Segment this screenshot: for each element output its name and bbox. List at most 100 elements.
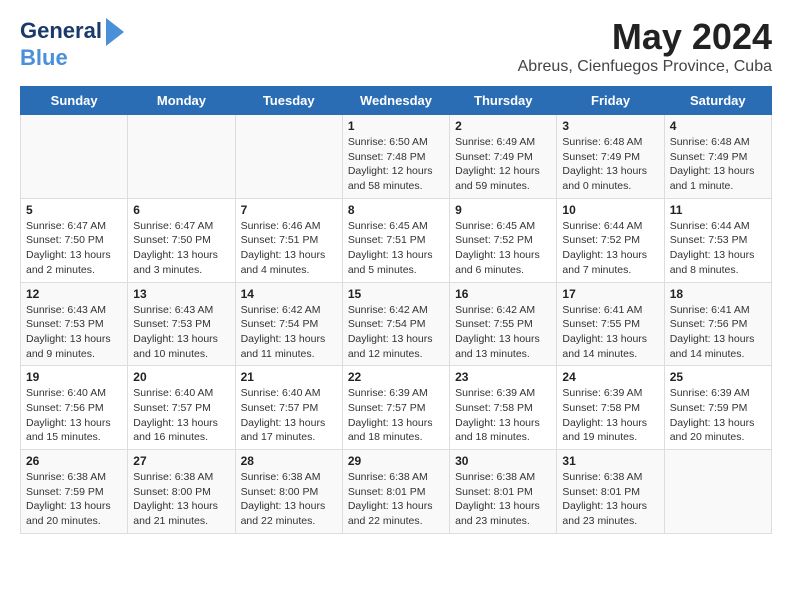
cell-content: Sunrise: 6:49 AMSunset: 7:49 PMDaylight:… [455,135,551,194]
calendar-cell: 29 Sunrise: 6:38 AMSunset: 8:01 PMDayligh… [342,450,449,534]
cell-content: Sunrise: 6:40 AMSunset: 7:56 PMDaylight:… [26,386,122,445]
cell-content: Sunrise: 6:42 AMSunset: 7:54 PMDaylight:… [241,303,337,362]
cell-content: Sunrise: 6:39 AMSunset: 7:59 PMDaylight:… [670,386,766,445]
calendar-week-1: 1 Sunrise: 6:50 AMSunset: 7:48 PMDaylight… [21,115,772,199]
day-number: 16 [455,287,551,301]
calendar-cell: 22Sunrise: 6:39 AMSunset: 7:57 PMDayligh… [342,366,449,450]
cell-content: Sunrise: 6:38 AMSunset: 8:01 PMDaylight:… [562,470,658,529]
day-number: 17 [562,287,658,301]
cell-content: Sunrise: 6:48 AMSunset: 7:49 PMDaylight:… [670,135,766,194]
calendar-cell: 24 Sunrise: 6:39 AMSunset: 7:58 PMDayligh… [557,366,664,450]
calendar-cell: 2 Sunrise: 6:49 AMSunset: 7:49 PMDaylight… [450,115,557,199]
cell-content: Sunrise: 6:47 AMSunset: 7:50 PMDaylight:… [26,219,122,278]
day-number: 21 [241,370,337,384]
day-number: 2 [455,119,551,133]
calendar-cell: 15 Sunrise: 6:42 AMSunset: 7:54 PMDayligh… [342,282,449,366]
calendar-week-2: 5 Sunrise: 6:47 AMSunset: 7:50 PMDaylight… [21,198,772,282]
day-number: 27 [133,454,229,468]
header: General Blue May 2024 Abreus, Cienfuegos… [20,16,772,76]
main-title: May 2024 [518,16,772,58]
calendar-cell: 9 Sunrise: 6:45 AMSunset: 7:52 PMDaylight… [450,198,557,282]
col-friday: Friday [557,87,664,115]
day-number: 1 [348,119,444,133]
calendar-cell: 3Sunrise: 6:48 AMSunset: 7:49 PMDaylight… [557,115,664,199]
calendar-cell [128,115,235,199]
calendar-cell: 30 Sunrise: 6:38 AMSunset: 8:01 PMDayligh… [450,450,557,534]
day-number: 25 [670,370,766,384]
logo: General Blue [20,16,124,70]
header-row: Sunday Monday Tuesday Wednesday Thursday… [21,87,772,115]
calendar-cell: 31 Sunrise: 6:38 AMSunset: 8:01 PMDayligh… [557,450,664,534]
day-number: 24 [562,370,658,384]
calendar-cell: 11 Sunrise: 6:44 AMSunset: 7:53 PMDayligh… [664,198,771,282]
calendar-cell: 16 Sunrise: 6:42 AMSunset: 7:55 PMDayligh… [450,282,557,366]
cell-content: Sunrise: 6:50 AMSunset: 7:48 PMDaylight:… [348,135,444,194]
day-number: 5 [26,203,122,217]
calendar-cell: 14 Sunrise: 6:42 AMSunset: 7:54 PMDayligh… [235,282,342,366]
col-saturday: Saturday [664,87,771,115]
cell-content: Sunrise: 6:39 AMSunset: 7:58 PMDaylight:… [455,386,551,445]
day-number: 9 [455,203,551,217]
col-wednesday: Wednesday [342,87,449,115]
calendar-cell: 23 Sunrise: 6:39 AMSunset: 7:58 PMDayligh… [450,366,557,450]
cell-content: Sunrise: 6:45 AMSunset: 7:52 PMDaylight:… [455,219,551,278]
day-number: 18 [670,287,766,301]
calendar-cell: 6Sunrise: 6:47 AMSunset: 7:50 PMDaylight… [128,198,235,282]
cell-content: Sunrise: 6:43 AMSunset: 7:53 PMDaylight:… [26,303,122,362]
calendar-week-5: 26Sunrise: 6:38 AMSunset: 7:59 PMDayligh… [21,450,772,534]
day-number: 15 [348,287,444,301]
day-number: 4 [670,119,766,133]
day-number: 7 [241,203,337,217]
calendar-cell [664,450,771,534]
day-number: 29 [348,454,444,468]
day-number: 13 [133,287,229,301]
cell-content: Sunrise: 6:47 AMSunset: 7:50 PMDaylight:… [133,219,229,278]
cell-content: Sunrise: 6:40 AMSunset: 7:57 PMDaylight:… [241,386,337,445]
col-thursday: Thursday [450,87,557,115]
calendar-week-3: 12Sunrise: 6:43 AMSunset: 7:53 PMDayligh… [21,282,772,366]
day-number: 22 [348,370,444,384]
day-number: 20 [133,370,229,384]
calendar-cell: 19Sunrise: 6:40 AMSunset: 7:56 PMDayligh… [21,366,128,450]
title-block: May 2024 Abreus, Cienfuegos Province, Cu… [518,16,772,76]
calendar-week-4: 19Sunrise: 6:40 AMSunset: 7:56 PMDayligh… [21,366,772,450]
calendar-cell: 17Sunrise: 6:41 AMSunset: 7:55 PMDayligh… [557,282,664,366]
calendar-cell: 18 Sunrise: 6:41 AMSunset: 7:56 PMDayligh… [664,282,771,366]
cell-content: Sunrise: 6:42 AMSunset: 7:55 PMDaylight:… [455,303,551,362]
cell-content: Sunrise: 6:40 AMSunset: 7:57 PMDaylight:… [133,386,229,445]
calendar-cell: 20 Sunrise: 6:40 AMSunset: 7:57 PMDayligh… [128,366,235,450]
cell-content: Sunrise: 6:43 AMSunset: 7:53 PMDaylight:… [133,303,229,362]
calendar-table: Sunday Monday Tuesday Wednesday Thursday… [20,86,772,534]
calendar-cell: 21 Sunrise: 6:40 AMSunset: 7:57 PMDayligh… [235,366,342,450]
calendar-cell: 25 Sunrise: 6:39 AMSunset: 7:59 PMDayligh… [664,366,771,450]
cell-content: Sunrise: 6:38 AMSunset: 8:00 PMDaylight:… [241,470,337,529]
logo-arrow-icon [106,18,124,46]
page: General Blue May 2024 Abreus, Cienfuegos… [0,0,792,554]
day-number: 31 [562,454,658,468]
day-number: 30 [455,454,551,468]
day-number: 3 [562,119,658,133]
calendar-cell: 8Sunrise: 6:45 AMSunset: 7:51 PMDaylight… [342,198,449,282]
cell-content: Sunrise: 6:42 AMSunset: 7:54 PMDaylight:… [348,303,444,362]
col-sunday: Sunday [21,87,128,115]
calendar-cell: 26Sunrise: 6:38 AMSunset: 7:59 PMDayligh… [21,450,128,534]
cell-content: Sunrise: 6:38 AMSunset: 8:00 PMDaylight:… [133,470,229,529]
logo-text-line1: General [20,19,102,43]
day-number: 28 [241,454,337,468]
calendar-cell: 13 Sunrise: 6:43 AMSunset: 7:53 PMDayligh… [128,282,235,366]
cell-content: Sunrise: 6:44 AMSunset: 7:53 PMDaylight:… [670,219,766,278]
logo-text-line2: Blue [20,46,68,70]
calendar-cell: 10Sunrise: 6:44 AMSunset: 7:52 PMDayligh… [557,198,664,282]
calendar-cell [21,115,128,199]
calendar-cell: 12Sunrise: 6:43 AMSunset: 7:53 PMDayligh… [21,282,128,366]
cell-content: Sunrise: 6:41 AMSunset: 7:56 PMDaylight:… [670,303,766,362]
col-monday: Monday [128,87,235,115]
day-number: 23 [455,370,551,384]
cell-content: Sunrise: 6:39 AMSunset: 7:58 PMDaylight:… [562,386,658,445]
cell-content: Sunrise: 6:38 AMSunset: 8:01 PMDaylight:… [348,470,444,529]
day-number: 14 [241,287,337,301]
col-tuesday: Tuesday [235,87,342,115]
calendar-cell: 4 Sunrise: 6:48 AMSunset: 7:49 PMDaylight… [664,115,771,199]
cell-content: Sunrise: 6:38 AMSunset: 8:01 PMDaylight:… [455,470,551,529]
day-number: 11 [670,203,766,217]
